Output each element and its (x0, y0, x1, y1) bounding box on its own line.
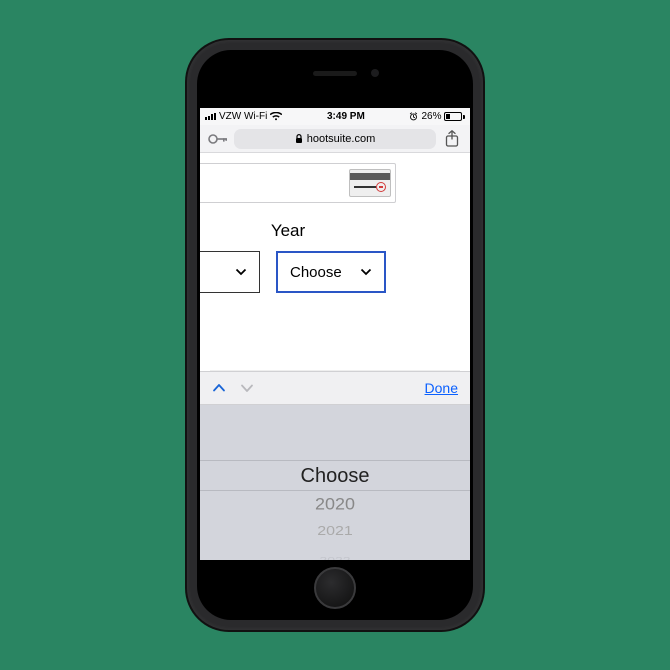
battery-icon (444, 112, 465, 121)
address-domain: hootsuite.com (307, 133, 375, 145)
wifi-icon (270, 112, 282, 121)
picker-option[interactable]: 2020 (200, 491, 470, 517)
safari-toolbar: hootsuite.com (200, 125, 470, 153)
status-time: 3:49 PM (327, 111, 365, 122)
picker-option[interactable]: Choose (200, 462, 470, 490)
status-left: VZW Wi-Fi (205, 111, 282, 122)
iphone-device-frame: VZW Wi-Fi 3:49 PM 26% (187, 40, 483, 630)
front-camera (371, 69, 379, 77)
home-button[interactable] (314, 567, 356, 609)
input-accessory-bar: Done (200, 371, 470, 405)
month-select[interactable]: se (200, 251, 260, 293)
iphone-bezel: VZW Wi-Fi 3:49 PM 26% (197, 50, 473, 620)
lock-icon (295, 134, 303, 144)
prev-field-chevron-up-icon[interactable] (212, 381, 226, 395)
page-content: Year se Choose (200, 153, 470, 371)
share-icon[interactable] (444, 130, 462, 148)
chevron-down-icon (360, 266, 372, 278)
card-number-field[interactable] (200, 163, 396, 203)
screen: VZW Wi-Fi 3:49 PM 26% (200, 108, 470, 560)
expiry-selects-row: se Choose (200, 251, 458, 293)
picker-option[interactable]: 2021 (200, 521, 470, 543)
credit-card-back-icon (349, 169, 391, 197)
address-bar[interactable]: hootsuite.com (234, 129, 436, 149)
carrier-label: VZW Wi-Fi (219, 111, 267, 122)
divider (210, 370, 460, 371)
year-select[interactable]: Choose (276, 251, 386, 293)
next-field-chevron-down-icon[interactable] (240, 381, 254, 395)
earpiece-speaker (313, 71, 357, 76)
picker-items: Choose 2020 2021 2022 (200, 462, 470, 560)
battery-percent: 26% (421, 111, 441, 122)
passwords-key-icon[interactable] (208, 133, 226, 145)
chevron-down-icon (235, 266, 247, 278)
picker-option[interactable]: 2022 (200, 552, 470, 560)
alarm-icon (409, 112, 418, 121)
year-label: Year (228, 221, 348, 241)
status-bar: VZW Wi-Fi 3:49 PM 26% (200, 108, 470, 125)
year-select-value: Choose (290, 264, 342, 281)
picker-wheel[interactable]: Choose 2020 2021 2022 (200, 405, 470, 560)
signal-bars-icon (205, 113, 216, 121)
done-button[interactable]: Done (425, 380, 458, 396)
status-right: 26% (409, 111, 465, 122)
